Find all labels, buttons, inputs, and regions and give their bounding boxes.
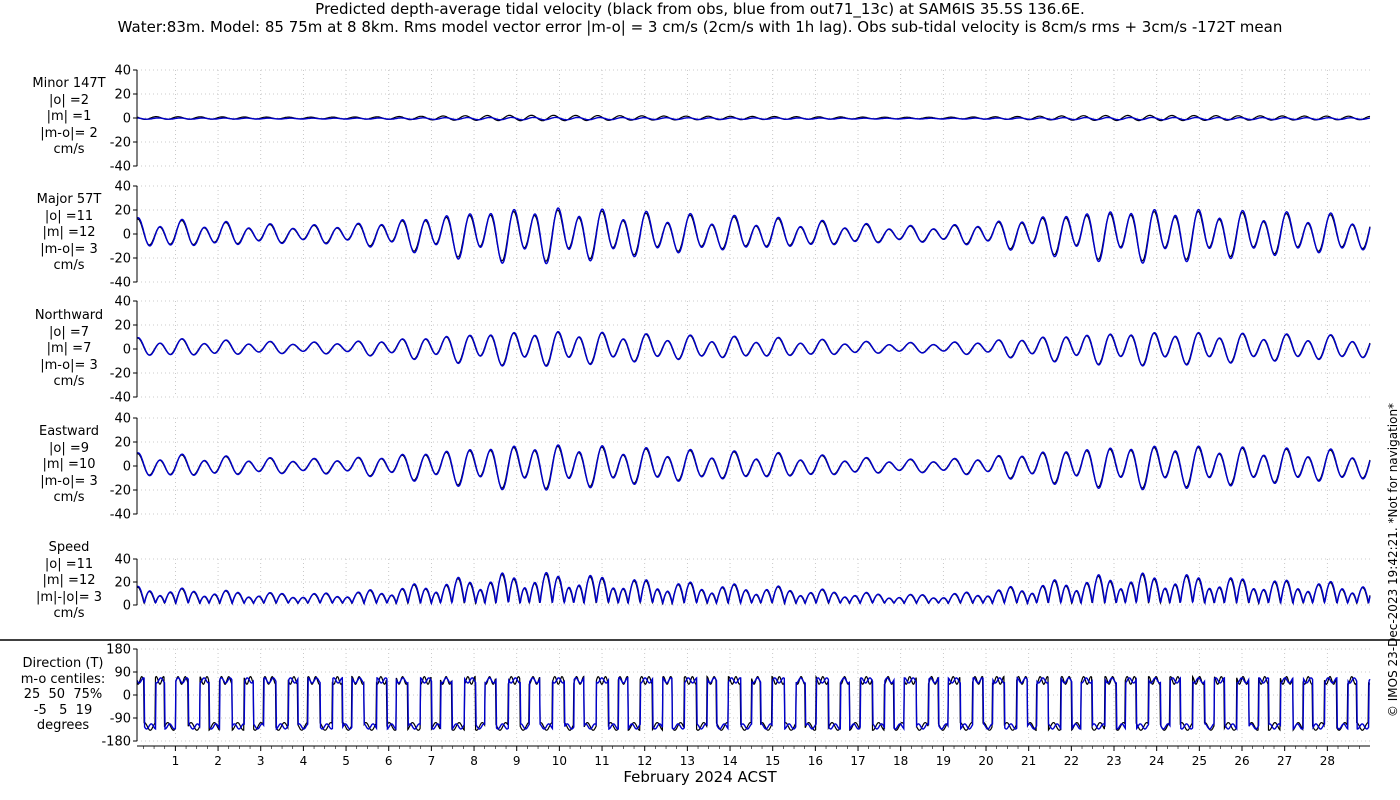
- ylabel-major: Major 57T |o| =11 |m| =12 |m-o|= 3 cm/s: [36, 192, 102, 273]
- ylabel-minor: Minor 147T |o| =2 |m| =1 |m-o|= 2 cm/s: [32, 76, 106, 157]
- ytick-label-direction: 90: [114, 666, 131, 681]
- xtick-label: 15: [765, 754, 780, 768]
- xtick-label: 2: [214, 754, 222, 768]
- xtick-label: 11: [594, 754, 609, 768]
- copyright-notice: © IMOS 23-Dec-2023 19:42:21. *Not for na…: [1383, 0, 1400, 800]
- series-obs-eastward: [136, 445, 1371, 489]
- xtick-label: 12: [637, 754, 652, 768]
- xtick-label: 6: [385, 754, 393, 768]
- x-axis-label: February 2024 ACST: [623, 768, 777, 786]
- xtick-label: 23: [1106, 754, 1121, 768]
- xtick-label: 1: [172, 754, 180, 768]
- ytick-label-major: -40: [110, 276, 131, 291]
- xtick-label: 4: [300, 754, 308, 768]
- xtick-label: 21: [1021, 754, 1036, 768]
- xtick-label: 27: [1277, 754, 1292, 768]
- series-model-major: [136, 207, 1371, 265]
- xtick-label: 25: [1192, 754, 1207, 768]
- ytick-label-direction: 0: [123, 689, 131, 704]
- ytick-label-northward: -40: [110, 391, 131, 406]
- xtick-label: 13: [680, 754, 695, 768]
- xtick-label: 14: [722, 754, 737, 768]
- ylabel-northward: Northward |o| =7 |m| =7 |m-o|= 3 cm/s: [34, 308, 104, 389]
- ylabel-speed: Speed |o| =11 |m| =12 |m|-|o|= 3 cm/s: [35, 540, 103, 621]
- ylabel-direction: Direction (T) m-o centiles: 25 50 75% -5…: [20, 656, 106, 733]
- xtick-label: 9: [513, 754, 521, 768]
- xtick-label: 19: [936, 754, 951, 768]
- xtick-label: 10: [552, 754, 567, 768]
- xtick-label: 7: [428, 754, 436, 768]
- xtick-label: 28: [1320, 754, 1335, 768]
- xtick-label: 26: [1234, 754, 1249, 768]
- xtick-label: 17: [850, 754, 865, 768]
- chart-figure: Predicted depth-average tidal velocity (…: [0, 0, 1400, 800]
- series-model-speed: [136, 571, 1371, 606]
- xtick-label: 5: [342, 754, 350, 768]
- tidal-velocity-plot: -40-2002040-40-2002040-40-2002040-40-200…: [0, 64, 1400, 768]
- series-model-direction: [136, 676, 1371, 731]
- series-obs-direction: [136, 674, 1371, 732]
- xtick-label: 8: [470, 754, 478, 768]
- xtick-label: 3: [257, 754, 265, 768]
- copyright-text: © IMOS 23-Dec-2023 19:42:21. *Not for na…: [1386, 402, 1400, 718]
- xtick-label: 22: [1064, 754, 1079, 768]
- ytick-label-minor: -40: [110, 160, 131, 175]
- xtick-label: 20: [978, 754, 993, 768]
- xtick-label: 24: [1149, 754, 1164, 768]
- xtick-label: 16: [808, 754, 823, 768]
- xtick-label: 18: [893, 754, 908, 768]
- series-obs-major: [136, 209, 1371, 262]
- ytick-label-direction: -180: [101, 735, 131, 750]
- series-model-eastward: [136, 444, 1371, 491]
- ytick-label-eastward: -40: [110, 508, 131, 523]
- ylabel-eastward: Eastward |o| =9 |m| =10 |m-o|= 3 cm/s: [38, 424, 100, 505]
